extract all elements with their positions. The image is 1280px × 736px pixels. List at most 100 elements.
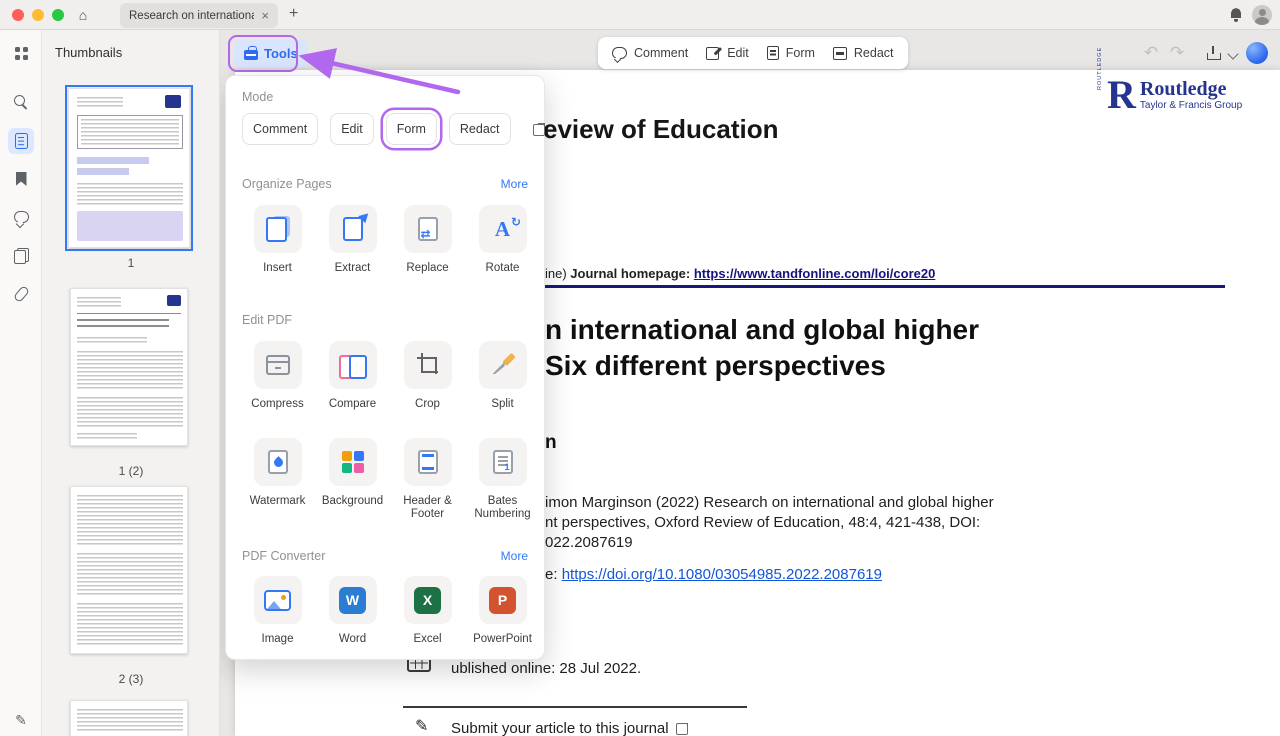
tool-replace[interactable]: Replace — [390, 205, 465, 275]
bookmark-icon — [16, 172, 27, 186]
pdf-converter-more-link[interactable]: More — [501, 549, 528, 563]
edit-pdf-title: Edit PDF — [242, 313, 292, 327]
account-avatar[interactable] — [1252, 5, 1272, 25]
doi-line: e: https://doi.org/10.1080/03054985.2022… — [545, 566, 882, 583]
toolbar-redact-button[interactable]: Redact — [833, 46, 894, 60]
organize-pages-more-link[interactable]: More — [501, 177, 528, 191]
split-icon — [479, 341, 527, 389]
tool-watermark[interactable]: Watermark — [240, 438, 315, 521]
tool-background[interactable]: Background — [315, 438, 390, 521]
page-thumbnail-4[interactable] — [70, 700, 188, 736]
toolbar-comment-button[interactable]: Comment — [612, 46, 688, 60]
page-thumbnail-1[interactable] — [68, 88, 190, 248]
window-minimize-button[interactable] — [32, 9, 44, 21]
toolbar-edit-button[interactable]: Edit — [706, 46, 749, 60]
homepage-link[interactable]: https://www.tandfonline.com/loi/core20 — [694, 266, 935, 281]
pages-button[interactable] — [8, 243, 34, 269]
thumb-logo — [165, 95, 181, 108]
redo-button[interactable]: ↷ — [1166, 42, 1188, 64]
tool-header-footer[interactable]: Header & Footer — [390, 438, 465, 521]
mode-section-title: Mode — [242, 90, 273, 104]
comment-icon — [612, 47, 627, 59]
routledge-tagline: Taylor & Francis Group — [1140, 100, 1242, 111]
word-icon: W — [329, 576, 377, 624]
edit-pdf-tools-row-2: Watermark Background Header & Footer Bat… — [240, 438, 540, 521]
app-window: ⌂ Research on international... × + ✎ Thu… — [0, 0, 1280, 736]
tools-dropdown-panel: Mode Comment Edit Form Redact Organize P… — [225, 75, 545, 660]
comments-button[interactable] — [8, 204, 34, 230]
tool-compare[interactable]: Compare — [315, 341, 390, 411]
tool-word[interactable]: W Word — [315, 576, 390, 646]
doi-fragment: e: — [545, 566, 562, 583]
notification-bell-icon[interactable] — [1228, 7, 1244, 23]
thumb-highlight-bar — [77, 168, 129, 175]
open-in-window-icon[interactable] — [533, 123, 546, 136]
submit-article-row[interactable]: Submit your article to this journal — [451, 720, 689, 736]
thumb-text-lines — [77, 337, 147, 345]
thumb-text-lines — [77, 297, 121, 307]
search-button[interactable] — [8, 89, 34, 115]
document-tab[interactable]: Research on international... × — [120, 3, 278, 28]
panel-form-button[interactable]: Form — [386, 113, 437, 145]
attachments-button[interactable] — [8, 281, 34, 307]
routledge-logo: ROUTLEDGE R Routledge Taylor & Francis G… — [1097, 76, 1242, 114]
journal-homepage-line: ine) Journal homepage: https://www.tandf… — [545, 266, 935, 281]
tool-powerpoint[interactable]: P PowerPoint — [465, 576, 540, 646]
ai-assistant-button[interactable] — [1246, 42, 1268, 64]
thumbnails-panel: Thumbnails 1 1 (2) 2 (3) — [42, 30, 220, 736]
tab-close-icon[interactable]: × — [261, 9, 269, 22]
page-number-label: 1 (2) — [42, 464, 220, 478]
save-button[interactable] — [1206, 46, 1220, 60]
tool-insert[interactable]: Insert — [240, 205, 315, 275]
routledge-vertical-text: ROUTLEDGE — [1097, 84, 1103, 90]
paperclip-icon — [12, 285, 29, 303]
bookmarks-button[interactable] — [8, 166, 34, 192]
watermark-icon — [254, 438, 302, 486]
thumb-text-lines — [81, 119, 179, 145]
page-thumbnail-2[interactable] — [70, 288, 188, 446]
tool-rotate[interactable]: A Rotate — [465, 205, 540, 275]
image-icon — [254, 576, 302, 624]
article-title: n international and global higher Six di… — [545, 312, 1145, 384]
panel-comment-button[interactable]: Comment — [242, 113, 318, 145]
tool-bates-numbering[interactable]: Bates Numbering — [465, 438, 540, 521]
panel-edit-button[interactable]: Edit — [330, 113, 374, 145]
save-dropdown-chevron-icon[interactable] — [1227, 48, 1238, 59]
tool-label: Insert — [263, 262, 292, 275]
home-button[interactable]: ⌂ — [72, 4, 94, 26]
tool-label: Word — [339, 633, 366, 646]
tool-label: Compress — [251, 398, 303, 411]
thumb-highlight-bar — [77, 157, 149, 164]
tool-compress[interactable]: Compress — [240, 341, 315, 411]
converter-tools-row: Image W Word X Excel P PowerPoint — [240, 576, 540, 646]
tool-label: Rotate — [486, 262, 520, 275]
routledge-name: Routledge — [1140, 78, 1242, 100]
undo-button[interactable]: ↶ — [1140, 42, 1162, 64]
citation-line3: 022.2087619 — [545, 533, 1105, 553]
tool-extract[interactable]: Extract — [315, 205, 390, 275]
window-close-button[interactable] — [12, 9, 24, 21]
tool-label: Split — [491, 398, 513, 411]
window-zoom-button[interactable] — [52, 9, 64, 21]
tool-label: Bates Numbering — [465, 495, 540, 521]
signature-button[interactable]: ✎ — [8, 707, 34, 733]
author-fragment: n — [545, 432, 557, 454]
bates-numbering-icon — [479, 438, 527, 486]
apps-grid-button[interactable] — [8, 40, 34, 66]
thumb-text-lines — [77, 553, 183, 597]
thumb-logo — [167, 295, 181, 306]
tool-split[interactable]: Split — [465, 341, 540, 411]
page-thumbnail-3[interactable] — [70, 486, 188, 654]
new-tab-button[interactable]: + — [289, 5, 298, 23]
tool-excel[interactable]: X Excel — [390, 576, 465, 646]
tool-crop[interactable]: Crop — [390, 341, 465, 411]
tool-image[interactable]: Image — [240, 576, 315, 646]
submit-article-link[interactable]: Submit your article to this journal — [451, 720, 669, 736]
thumb-text-lines — [77, 397, 183, 427]
panel-redact-button[interactable]: Redact — [449, 113, 511, 145]
doi-link[interactable]: https://doi.org/10.1080/03054985.2022.20… — [562, 566, 882, 583]
submit-pencil-icon: ✎ — [415, 716, 428, 736]
thumb-highlight-block — [77, 211, 183, 241]
thumbnails-panel-button[interactable] — [8, 128, 34, 154]
toolbar-form-button[interactable]: Form — [767, 46, 815, 60]
